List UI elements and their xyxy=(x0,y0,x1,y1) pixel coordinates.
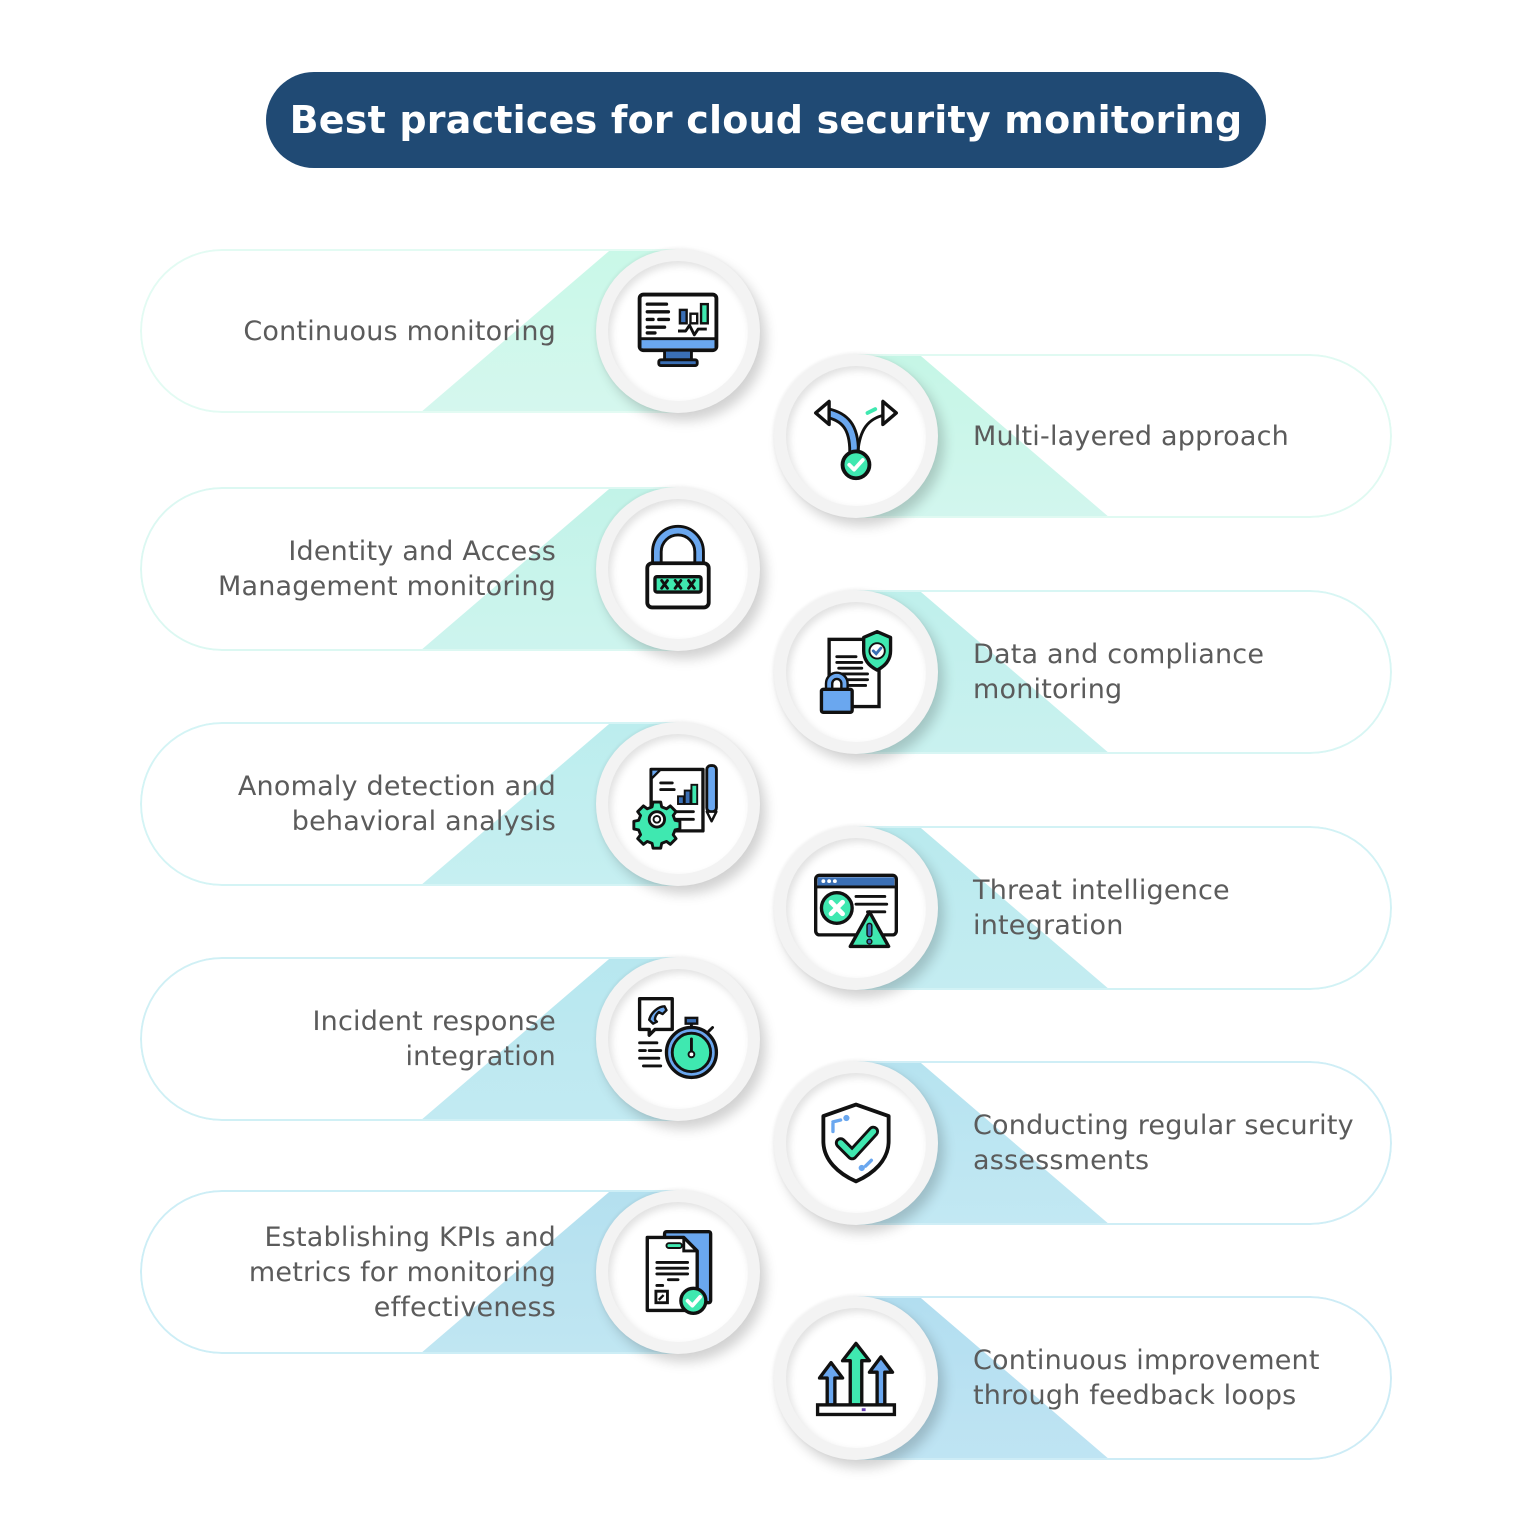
split-path-check-icon xyxy=(814,399,898,481)
practice-label: Continuous monitoring xyxy=(243,315,556,347)
practice-badge xyxy=(596,249,760,413)
title-banner: Best practices for cloud security monito… xyxy=(266,72,1266,168)
practice-badge xyxy=(596,487,760,651)
practice-label: Threat intelligence integration xyxy=(973,875,1230,941)
password-padlock-icon xyxy=(645,524,711,610)
practice-label: Establishing KPIs and metrics for monito… xyxy=(248,1221,556,1323)
shield-check-icon xyxy=(821,1102,891,1184)
practice-badge xyxy=(774,826,938,990)
practice-badge xyxy=(774,1296,938,1460)
practice-badge xyxy=(596,957,760,1121)
practice-label: Incident response integration xyxy=(312,1006,556,1072)
practice-label: Conducting regular security assessments xyxy=(973,1110,1354,1176)
practice-label: Identity and Access Management monitorin… xyxy=(217,536,556,602)
monitor-dashboard-icon xyxy=(637,292,719,367)
browser-error-warning-icon xyxy=(814,873,898,949)
practice-label: Anomaly detection and behavioral analysi… xyxy=(237,771,556,837)
practice-badge xyxy=(774,590,938,754)
practice-badge xyxy=(596,1190,760,1354)
report-gear-chart-icon xyxy=(632,764,718,850)
practice-badge xyxy=(774,354,938,518)
document-shield-lock-icon xyxy=(819,630,893,714)
practice-badge xyxy=(596,722,760,886)
practice-label: Continuous improvement through feedback … xyxy=(973,1345,1320,1411)
practice-label: Data and compliance monitoring xyxy=(973,639,1265,705)
practice-label: Multi-layered approach xyxy=(973,420,1289,452)
rising-arrows-icon xyxy=(815,1341,897,1417)
practice-badge xyxy=(774,1061,938,1225)
phone-stopwatch-icon xyxy=(637,997,719,1080)
page-title: Best practices for cloud security monito… xyxy=(289,98,1243,142)
checklist-document-icon xyxy=(645,1230,713,1315)
